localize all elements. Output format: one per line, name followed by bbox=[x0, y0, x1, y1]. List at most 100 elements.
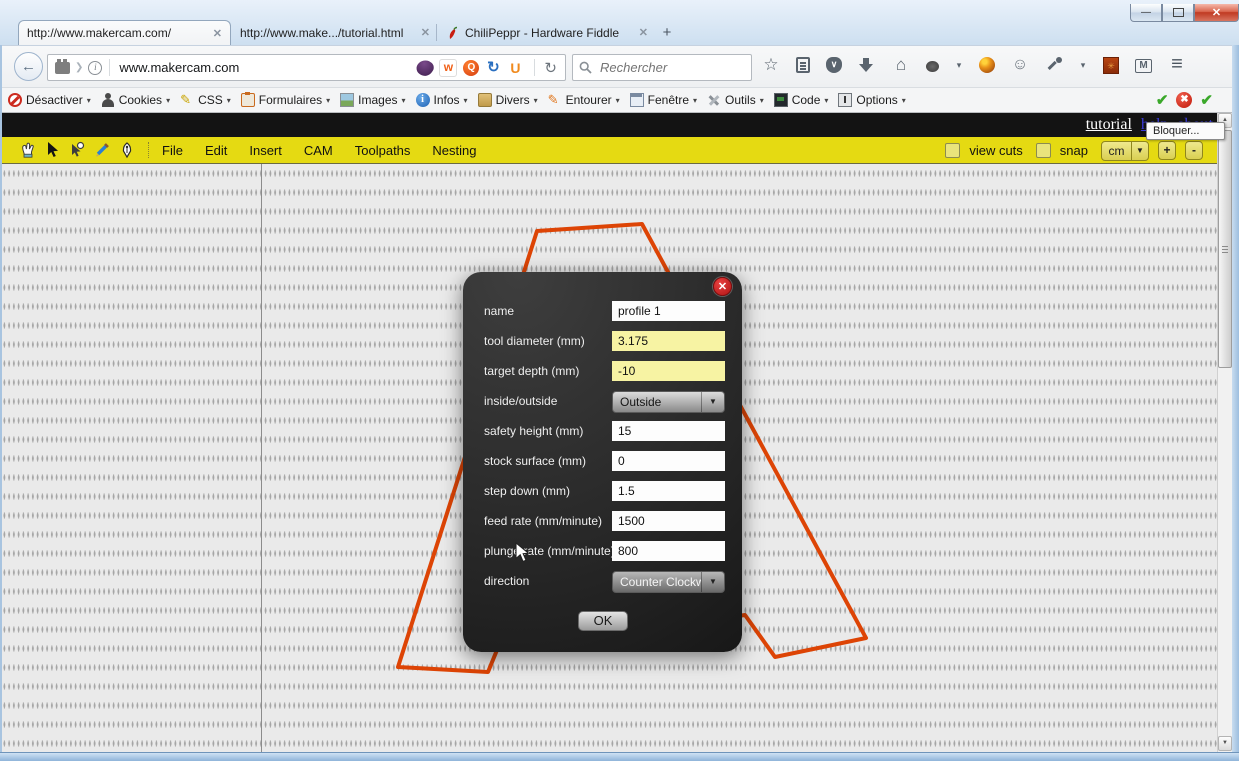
devtoolbar-item-css[interactable]: ✎CSS▾ bbox=[180, 93, 231, 107]
addon-square-icon[interactable] bbox=[1103, 57, 1119, 74]
back-button[interactable]: ← bbox=[14, 52, 43, 81]
tutorial-link[interactable]: tutorial bbox=[1086, 116, 1132, 134]
addon-smiley-icon[interactable]: ☺ bbox=[1011, 56, 1029, 74]
pocket-icon[interactable]: ∨ bbox=[826, 57, 842, 73]
window-frame-bottom bbox=[0, 752, 1239, 761]
picker-caret-icon[interactable]: ▾ bbox=[1079, 56, 1087, 74]
valid-check-icon[interactable]: ✔ bbox=[1156, 91, 1169, 109]
url-bar[interactable]: ❯ i w Q ↻ U ↻ bbox=[47, 54, 566, 81]
tab-title: http://www.makercam.com/ bbox=[27, 26, 205, 40]
stock-surface-mm-input[interactable] bbox=[612, 451, 725, 471]
target-depth-mm-input[interactable] bbox=[612, 361, 725, 381]
menu-cam[interactable]: CAM bbox=[304, 143, 333, 158]
devtoolbar-item-outils[interactable]: Outils▾ bbox=[707, 93, 764, 107]
addon-parrot-icon[interactable] bbox=[979, 57, 995, 73]
title-bar: — ✕ + http://www.makercam.com/✕http://ww… bbox=[0, 0, 1239, 45]
app-menubar: FileEditInsertCAMToolpathsNesting view c… bbox=[2, 137, 1217, 164]
feed-rate-mm-minute-input[interactable] bbox=[612, 511, 725, 531]
ok-button[interactable]: OK bbox=[578, 611, 628, 631]
chevron-down-icon: ▾ bbox=[760, 96, 764, 105]
mouse-cursor bbox=[515, 542, 531, 564]
chili-icon bbox=[448, 26, 459, 40]
devtoolbar-item-cookies[interactable]: Cookies▾ bbox=[101, 93, 170, 107]
tab-http-www-make-tutorial-html[interactable]: http://www.make.../tutorial.html✕ bbox=[232, 20, 438, 45]
wd-window-icon bbox=[630, 93, 644, 107]
devtoolbar-item-options[interactable]: Options▾ bbox=[838, 93, 905, 107]
field-label: plunge rate (mm/minute) bbox=[484, 544, 615, 558]
drawing-tools bbox=[18, 141, 136, 159]
page-scrollbar[interactable]: ▲ ▼ bbox=[1217, 113, 1232, 752]
dialog-row-target-depth-mm: target depth (mm) bbox=[463, 361, 742, 383]
tab-http-www-makercam-com[interactable]: http://www.makercam.com/ ✕ bbox=[18, 20, 231, 45]
step-down-mm-input[interactable] bbox=[612, 481, 725, 501]
downloads-icon[interactable] bbox=[858, 56, 876, 74]
menu-hamburger-icon[interactable]: ≡ bbox=[1168, 56, 1186, 74]
addon-fly-icon[interactable] bbox=[926, 61, 939, 72]
addon-eggplant-icon[interactable] bbox=[414, 56, 436, 78]
addon-zigzag-icon[interactable]: w bbox=[439, 59, 457, 77]
inside-outside-select[interactable]: Outside▼ bbox=[612, 391, 725, 413]
menu-insert[interactable]: Insert bbox=[249, 143, 282, 158]
bookmark-star-icon[interactable]: ☆ bbox=[762, 56, 780, 74]
dialog-close-button[interactable]: ✕ bbox=[713, 277, 732, 296]
menu-toolpaths[interactable]: Toolpaths bbox=[355, 143, 411, 158]
chevron-down-icon: ▾ bbox=[402, 96, 406, 105]
menu-file[interactable]: File bbox=[162, 143, 183, 158]
error-cross-icon[interactable]: ✖ bbox=[1176, 92, 1192, 108]
scrollbar-thumb[interactable] bbox=[1218, 130, 1232, 368]
wd-tools-icon bbox=[707, 93, 721, 107]
tab-close-icon[interactable]: ✕ bbox=[639, 26, 648, 39]
tab-chilipeppr-hardware-fiddle[interactable]: ChiliPeppr - Hardware Fiddle✕ bbox=[440, 20, 656, 45]
devtoolbar-item-images[interactable]: Images▾ bbox=[340, 93, 405, 107]
safety-height-mm-input[interactable] bbox=[612, 421, 725, 441]
valid-check-icon-2[interactable]: ✔ bbox=[1200, 91, 1213, 109]
devtoolbar-item-d-sactiver[interactable]: Désactiver▾ bbox=[8, 93, 91, 107]
plunge-rate-mm-minute-input[interactable] bbox=[612, 541, 725, 561]
unit-dropdown[interactable]: cm ▼ bbox=[1101, 141, 1149, 161]
search-bar[interactable] bbox=[572, 54, 752, 81]
search-input[interactable] bbox=[598, 59, 751, 76]
devtoolbar-item-infos[interactable]: iInfos▾ bbox=[416, 93, 468, 107]
addon-u-icon[interactable]: U bbox=[507, 60, 523, 76]
site-header: tutorial help about bbox=[2, 113, 1217, 137]
reload-icon[interactable]: ↻ bbox=[544, 59, 557, 77]
tool-diameter-mm-input[interactable] bbox=[612, 331, 725, 351]
node-select-tool-icon[interactable] bbox=[68, 141, 86, 159]
devtoolbar-item-divers[interactable]: Divers▾ bbox=[478, 93, 538, 107]
pan-hand-tool-icon[interactable] bbox=[18, 141, 36, 159]
name-input[interactable] bbox=[612, 301, 725, 321]
select-arrow-tool-icon[interactable] bbox=[43, 141, 61, 159]
site-info-icon[interactable]: i bbox=[88, 61, 102, 75]
page-action-lego-icon[interactable] bbox=[55, 62, 70, 74]
menu-edit[interactable]: Edit bbox=[205, 143, 227, 158]
addon-swirl-icon[interactable]: ↻ bbox=[485, 60, 501, 76]
devtoolbar-item-label: Fenêtre bbox=[648, 93, 689, 107]
devtoolbar-item-code[interactable]: Code▾ bbox=[774, 93, 829, 107]
addon-q-icon[interactable]: Q bbox=[463, 60, 479, 76]
devtoolbar-item-fen-tre[interactable]: Fenêtre▾ bbox=[630, 93, 697, 107]
tab-close-icon[interactable]: ✕ bbox=[421, 26, 430, 39]
zoom-out-button[interactable]: - bbox=[1185, 141, 1203, 160]
field-label: stock surface (mm) bbox=[484, 454, 586, 468]
url-input[interactable] bbox=[117, 59, 417, 76]
new-tab-button[interactable]: + bbox=[655, 23, 679, 43]
pencil-tool-icon[interactable] bbox=[93, 141, 111, 159]
snap-checkbox[interactable] bbox=[1036, 143, 1051, 158]
devtoolbar-item-label: Code bbox=[792, 93, 821, 107]
home-icon[interactable]: ⌂ bbox=[892, 56, 910, 74]
mail-icon[interactable]: M bbox=[1135, 59, 1152, 73]
scroll-down-button[interactable]: ▼ bbox=[1218, 736, 1232, 751]
direction-select[interactable]: Counter Clockwi▼ bbox=[612, 571, 725, 593]
devtoolbar-item-formulaires[interactable]: Formulaires▾ bbox=[241, 93, 330, 107]
addon-caret-icon[interactable]: ▾ bbox=[955, 56, 963, 74]
wd-console-icon bbox=[838, 93, 852, 107]
tab-close-icon[interactable]: ✕ bbox=[213, 27, 222, 40]
menu-nesting[interactable]: Nesting bbox=[432, 143, 476, 158]
color-picker-icon[interactable] bbox=[1045, 56, 1063, 74]
devtoolbar-item-entourer[interactable]: ✎Entourer▾ bbox=[548, 93, 620, 107]
pen-nib-tool-icon[interactable] bbox=[118, 141, 136, 159]
dialog-row-plunge-rate-mm-minute: plunge rate (mm/minute) bbox=[463, 541, 742, 563]
reading-list-icon[interactable] bbox=[796, 57, 810, 73]
view-cuts-checkbox[interactable] bbox=[945, 143, 960, 158]
zoom-in-button[interactable]: + bbox=[1158, 141, 1176, 160]
